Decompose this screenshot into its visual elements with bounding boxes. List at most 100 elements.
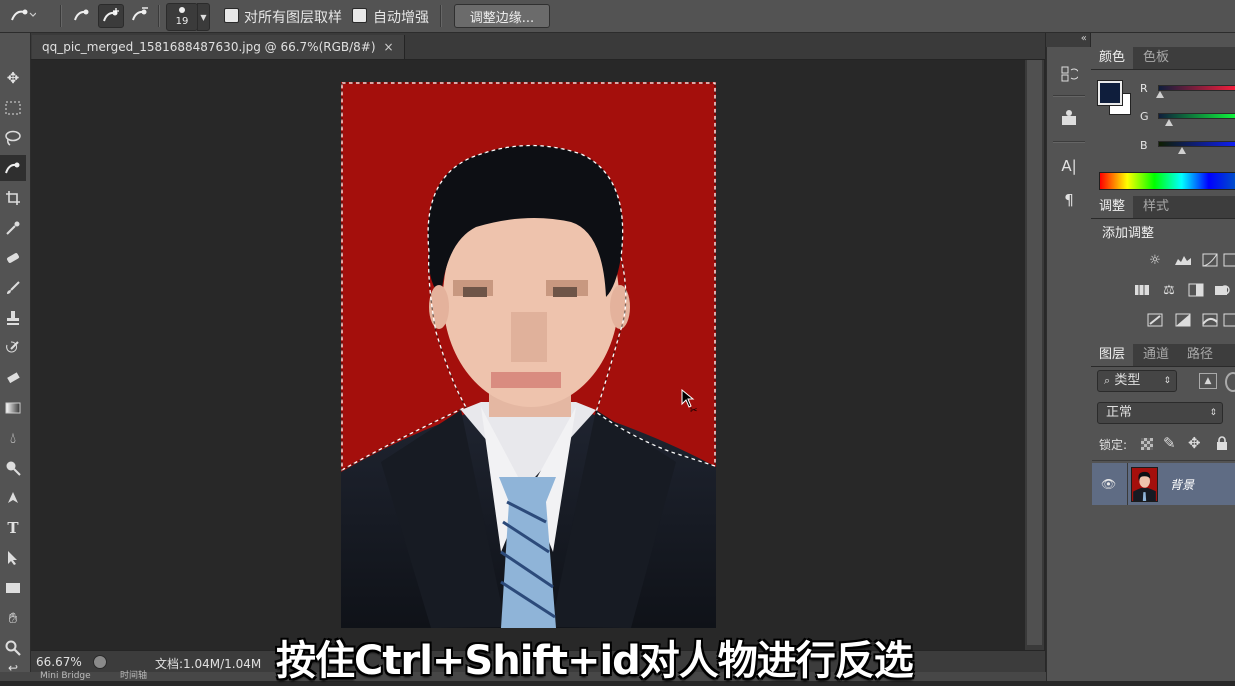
black-white-icon	[1188, 283, 1204, 297]
tab-channels[interactable]: 通道	[1135, 344, 1177, 366]
tab-mini-bridge[interactable]: Mini Bridge	[40, 672, 91, 681]
tab-layers[interactable]: 图层	[1091, 344, 1134, 366]
exposure-adjust-button[interactable]	[1222, 250, 1235, 270]
foreground-color-swatch[interactable]	[1097, 80, 1123, 106]
tab-paths[interactable]: 路径	[1179, 344, 1221, 366]
lock-all-icon[interactable]	[1215, 436, 1229, 450]
levels-adjust-button[interactable]	[1172, 250, 1194, 270]
paragraph-panel-button[interactable]: ¶	[1054, 187, 1084, 213]
arrow-select-icon	[8, 551, 17, 565]
tab-swatches[interactable]: 色板	[1135, 47, 1177, 69]
lock-transparent-button[interactable]	[1141, 438, 1153, 450]
black-white-button[interactable]	[1185, 280, 1207, 300]
tools-panel: ✥ 💧︎ T ✋︎ ↩	[0, 33, 31, 681]
quick-selection-tool[interactable]	[0, 155, 26, 181]
quick-selection-icon	[11, 9, 36, 21]
gradient-tool[interactable]	[0, 395, 26, 421]
crop-tool[interactable]	[0, 185, 26, 211]
eye-icon[interactable]: 👁︎	[1101, 477, 1116, 491]
invert-adjust-button[interactable]	[1144, 310, 1166, 330]
filter-pixel-layers-button[interactable]: ▲	[1199, 373, 1217, 389]
blur-tool[interactable]: 💧︎	[0, 425, 26, 451]
tab-timeline[interactable]: 时间轴	[120, 672, 147, 681]
double-chevron-left-icon[interactable]: «	[1081, 33, 1090, 44]
channel-r-slider[interactable]	[1158, 85, 1235, 91]
zoom-level[interactable]: 66.67%	[36, 655, 82, 669]
scrollbar-thumb[interactable]	[1027, 60, 1042, 645]
history-brush-icon	[6, 341, 19, 353]
lock-pixels-brush-icon[interactable]: ✎	[1163, 434, 1176, 452]
slider-handle[interactable]	[1156, 91, 1164, 98]
dock-collapse-bar[interactable]: «	[1046, 33, 1090, 48]
history-panel-button[interactable]	[1054, 61, 1084, 87]
healing-brush-tool[interactable]	[0, 245, 26, 271]
layer-name[interactable]: 背景	[1170, 476, 1194, 493]
close-icon[interactable]: ×	[384, 40, 394, 54]
tab-adjustments[interactable]: 调整	[1091, 196, 1134, 218]
status-info-icon[interactable]	[93, 655, 107, 669]
tab-styles[interactable]: 样式	[1135, 196, 1177, 218]
zoom-tool[interactable]	[0, 635, 26, 661]
brush-picker-dropdown[interactable]: ▼	[197, 3, 210, 31]
options-bar: 19 ▼ 对所有图层取样 自动增强 调整边缘...	[0, 0, 1235, 33]
lock-label: 锁定:	[1099, 438, 1128, 452]
channel-b-slider[interactable]	[1158, 141, 1235, 147]
marquee-tool[interactable]	[0, 95, 26, 121]
move-tool[interactable]: ✥	[0, 65, 26, 91]
color-spectrum-bar[interactable]	[1099, 172, 1235, 190]
slider-handle[interactable]	[1178, 147, 1186, 154]
eyedropper-icon	[6, 221, 20, 235]
document-tab[interactable]: qq_pic_merged_1581688487630.jpg @ 66.7%(…	[32, 35, 405, 59]
path-selection-tool[interactable]	[0, 545, 26, 571]
brush-tool[interactable]	[0, 275, 26, 301]
stamp-icon	[7, 311, 19, 325]
gradient-map-button[interactable]	[1199, 310, 1221, 330]
color-balance-button[interactable]: ⚖	[1158, 280, 1180, 300]
hand-tool[interactable]: ✋︎	[0, 605, 26, 631]
shape-tool[interactable]	[0, 575, 26, 601]
channel-g-label: G	[1140, 110, 1149, 123]
curves-adjust-button[interactable]	[1199, 250, 1221, 270]
dodge-tool[interactable]	[0, 455, 26, 481]
eyedropper-tool[interactable]	[0, 215, 26, 241]
lasso-tool[interactable]	[0, 125, 26, 151]
tab-color[interactable]: 颜色	[1091, 47, 1134, 69]
filter-adjustment-button[interactable]	[1225, 372, 1235, 392]
vertical-scrollbar[interactable]	[1025, 60, 1044, 650]
posterize-adjust-button[interactable]	[1172, 310, 1194, 330]
character-panel-button[interactable]: A|	[1054, 153, 1084, 179]
refine-edge-button[interactable]: 调整边缘...	[454, 4, 550, 28]
blend-mode-dropdown[interactable]: 正常 ⇕	[1097, 402, 1223, 424]
triangle-down-icon: ▼	[200, 12, 207, 22]
vibrance-icon	[1135, 285, 1149, 295]
slider-handle[interactable]	[1165, 119, 1173, 126]
brush-picker[interactable]: 19	[166, 3, 198, 31]
photo-filter-button[interactable]	[1211, 280, 1233, 300]
properties-panel-button[interactable]	[1054, 105, 1084, 131]
selective-color-button[interactable]	[1222, 310, 1235, 330]
new-selection-button[interactable]	[70, 4, 94, 26]
sample-all-layers-checkbox[interactable]	[224, 8, 239, 23]
vibrance-adjust-button[interactable]	[1131, 280, 1153, 300]
options-divider	[440, 5, 442, 27]
history-brush-tool[interactable]	[0, 335, 26, 361]
posterize-icon	[1175, 313, 1191, 327]
move-icon: ✥	[6, 69, 20, 87]
pen-tool[interactable]	[0, 485, 26, 511]
tool-preset-picker[interactable]	[6, 4, 38, 26]
add-to-selection-button[interactable]	[98, 4, 124, 28]
invert-icon	[1147, 313, 1163, 327]
gradient-map-icon	[1202, 313, 1218, 327]
type-tool[interactable]: T	[0, 515, 26, 541]
layer-visibility-divider	[1127, 463, 1128, 505]
eraser-tool[interactable]	[0, 365, 26, 391]
subtract-from-selection-button[interactable]	[128, 4, 152, 26]
layer-thumbnail-image	[1133, 471, 1156, 501]
auto-enhance-checkbox[interactable]	[352, 8, 367, 23]
magnifier-icon	[5, 640, 21, 656]
document-size-info[interactable]: 文档:1.04M/1.04M	[155, 655, 261, 672]
layer-filter-dropdown[interactable]: ⌕ 类型 ⇕	[1097, 370, 1177, 392]
clone-stamp-tool[interactable]	[0, 305, 26, 331]
lock-position-move-icon[interactable]: ✥	[1188, 434, 1201, 452]
brightness-adjust-button[interactable]: ☼	[1144, 250, 1166, 270]
